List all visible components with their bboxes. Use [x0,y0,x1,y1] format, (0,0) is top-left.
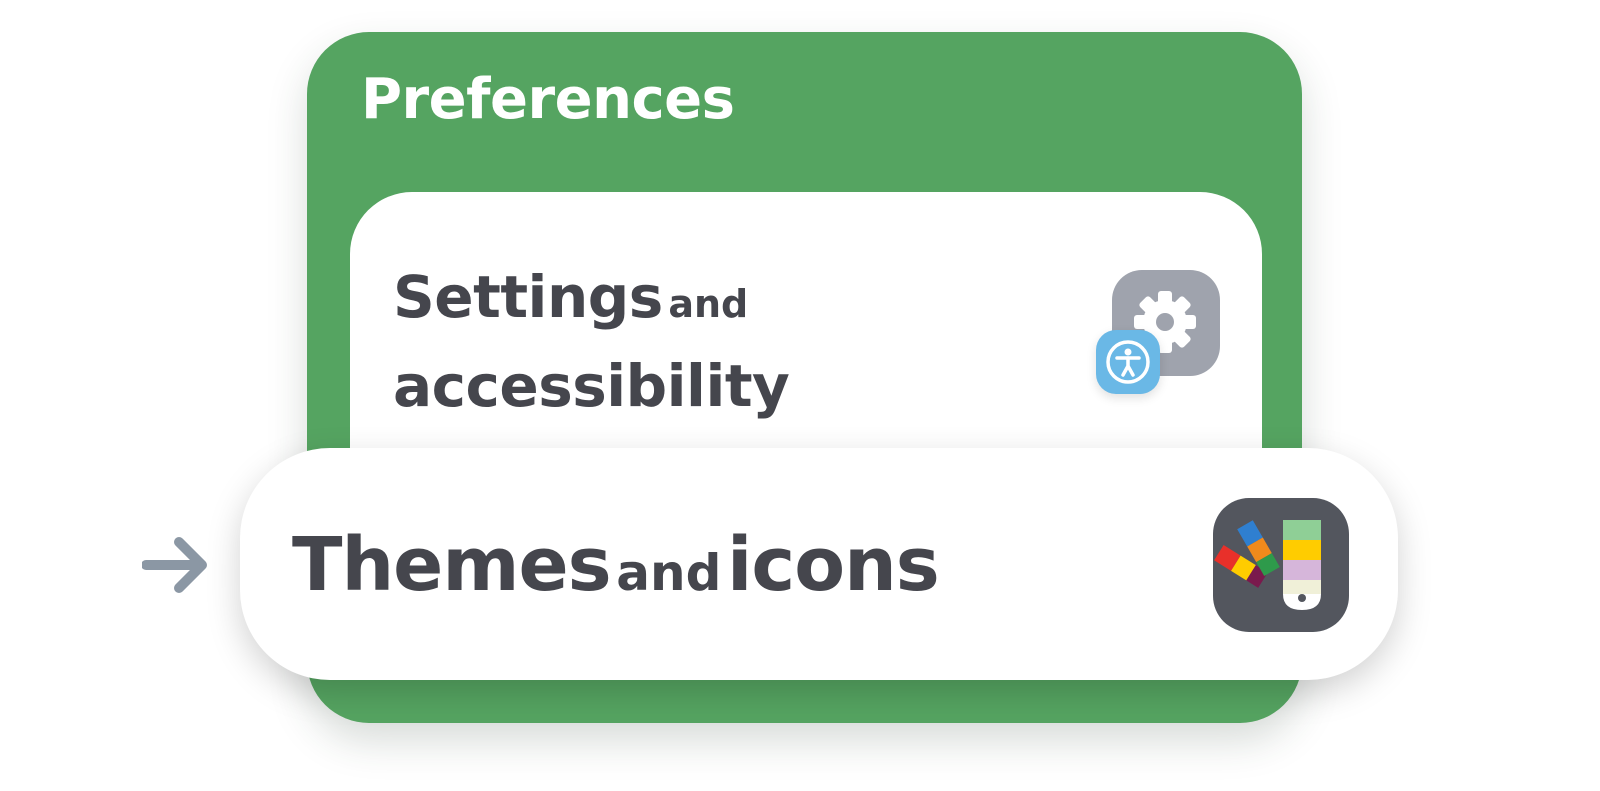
themes-label-word1: Themes [292,522,612,608]
settings-label-word1: Settings [393,263,663,331]
themes-label-word2: icons [727,522,940,608]
accessibility-badge [1096,330,1160,394]
palette-swatch-icon [1213,498,1349,632]
themes-and-icons-item[interactable]: Themes and icons [240,448,1398,680]
themes-label-connector: and [616,544,722,602]
accessibility-icon [1106,340,1150,384]
settings-label-word2: accessibility [393,352,790,420]
settings-app-icon [1096,270,1220,394]
panel-title: Preferences [361,67,735,132]
arrow-right-icon [142,537,207,593]
themes-item-label: Themes and icons [292,520,940,630]
settings-item-label: Settings and accessibility [393,260,790,438]
settings-and-accessibility-item[interactable]: Settings and accessibility [350,192,1262,482]
settings-label-connector: and [668,282,749,326]
